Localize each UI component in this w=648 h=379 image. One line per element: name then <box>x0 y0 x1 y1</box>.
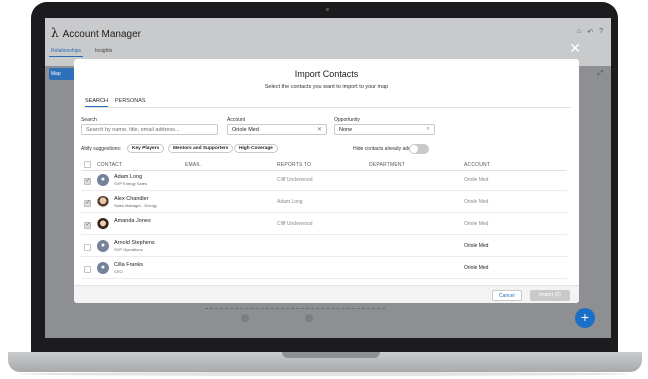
col-account[interactable]: ACCOUNT <box>464 162 490 168</box>
suggestions-label: Altify suggestions: <box>81 146 122 152</box>
table-header: CONTACT EMAIL REPORTS TO DEPARTMENT ACCO… <box>81 159 567 171</box>
pill-high-coverage[interactable]: High Coverage <box>234 144 278 153</box>
cancel-button[interactable]: Cancel <box>492 290 522 301</box>
col-department[interactable]: DEPARTMENT <box>369 162 405 168</box>
col-reports-to[interactable]: REPORTS TO <box>277 162 311 168</box>
modal-footer: Cancel Import (0) <box>74 285 579 303</box>
contact-title: CEO <box>114 269 123 274</box>
help-icon[interactable]: ? <box>599 28 603 36</box>
pill-mentors-supporters[interactable]: Mentors and Supporters <box>168 144 234 153</box>
laptop-shadow <box>20 372 628 376</box>
table-row[interactable]: ● Arnold Stephens SVP Operations Oriole … <box>81 237 567 257</box>
undo-icon[interactable]: ↶ <box>587 28 593 36</box>
laptop-base <box>8 352 642 372</box>
row-checkbox[interactable] <box>84 177 91 185</box>
tab-relationships[interactable]: Relationships <box>49 46 84 57</box>
col-contact[interactable]: CONTACT <box>97 162 122 168</box>
close-icon[interactable]: ✕ <box>569 40 581 57</box>
reports-to: Cliff Underwood <box>277 221 313 227</box>
contact-name: Adam Long <box>114 174 143 180</box>
account: Oriole Med <box>464 265 489 271</box>
avatar: ● <box>97 262 109 274</box>
row-checkbox[interactable] <box>84 199 91 207</box>
search-label: Search <box>81 117 97 123</box>
screen: λ Account Manager Relationships Insights … <box>45 18 611 338</box>
account: Oriole Med <box>464 177 489 183</box>
account-field[interactable]: Oriole Med ✕ <box>227 124 327 135</box>
account: Oriole Med <box>464 199 489 205</box>
app-logo-icon: λ <box>51 26 59 40</box>
account-value: Oriole Med <box>232 127 259 133</box>
contact-title: SVP Operations <box>114 247 143 252</box>
contact-name: Arnold Stephens <box>114 240 155 246</box>
search-icon: ⌕ <box>426 126 430 132</box>
tab-search[interactable]: SEARCH <box>85 98 108 107</box>
select-all-checkbox[interactable] <box>84 161 91 168</box>
avatar <box>97 196 109 208</box>
reports-to: Adam Long <box>277 199 303 205</box>
opportunity-field[interactable]: None ⌕ <box>334 124 435 135</box>
modal-tabs: SEARCH PERSONAS <box>85 96 571 108</box>
contact-name: Cilla Franks <box>114 262 144 268</box>
contact-name: Amanda Jones <box>114 218 151 224</box>
app-title: λ Account Manager <box>51 26 141 40</box>
tab-personas[interactable]: PERSONAS <box>115 98 146 104</box>
pill-key-players[interactable]: Key Players <box>127 144 165 153</box>
suggestions-row: Altify suggestions: Key Players Mentors … <box>81 143 571 155</box>
app-tabs: Relationships Insights <box>49 46 114 57</box>
hide-added-label: Hide contacts already added <box>353 146 417 152</box>
table-row[interactable]: ● Adam Long SVP Energy Sales Cliff Under… <box>81 171 567 191</box>
add-fab-button[interactable]: + <box>575 308 595 328</box>
table-row[interactable]: ● Cilla Franks CEO Oriole Med <box>81 259 567 279</box>
avatar <box>97 218 109 230</box>
table-row[interactable]: Amanda Jones Cliff Underwood Oriole Med <box>81 215 567 235</box>
contact-title: Sales Manager - Energy <box>114 203 158 208</box>
opportunity-value: None <box>339 127 353 133</box>
home-icon[interactable]: ⌂ <box>577 28 581 36</box>
row-checkbox[interactable] <box>84 221 91 229</box>
map-node <box>241 314 249 322</box>
camera <box>326 8 329 11</box>
laptop-notch <box>282 352 380 358</box>
contact-title: SVP Energy Sales <box>114 181 147 186</box>
avatar: ● <box>97 174 109 186</box>
map-button[interactable]: Map <box>49 68 75 80</box>
reports-to: Cliff Underwood <box>277 177 313 183</box>
table-row[interactable]: Alex Chandler Sales Manager - Energy Ada… <box>81 193 567 213</box>
avatar: ● <box>97 240 109 252</box>
account: Oriole Med <box>464 243 489 249</box>
modal-subtitle: Select the contacts you want to import t… <box>264 84 389 90</box>
import-button[interactable]: Import (0) <box>530 290 570 301</box>
row-checkbox[interactable] <box>84 266 91 273</box>
modal-title: Import Contacts <box>294 69 359 79</box>
import-contacts-modal: Import Contacts Select the contacts you … <box>74 59 579 303</box>
account-label: Account <box>227 117 246 123</box>
row-checkbox[interactable] <box>84 244 91 251</box>
header-icons: ⌂ ↶ ? <box>577 28 603 36</box>
tab-insights[interactable]: Insights <box>93 46 114 57</box>
map-node <box>305 314 313 322</box>
toggle-knob <box>410 145 418 153</box>
account: Oriole Med <box>464 221 489 227</box>
clear-icon[interactable]: ✕ <box>317 126 322 133</box>
opportunity-label: Opportunity <box>334 117 360 123</box>
col-email[interactable]: EMAIL <box>185 162 201 168</box>
app-title-text: Account Manager <box>62 29 141 40</box>
contact-name: Alex Chandler <box>114 196 149 202</box>
hide-added-toggle[interactable] <box>409 144 429 154</box>
search-input[interactable]: Search by name, title, email address... <box>81 124 218 135</box>
expand-icon[interactable]: ⤢ <box>597 70 603 78</box>
map-connector <box>205 308 385 309</box>
